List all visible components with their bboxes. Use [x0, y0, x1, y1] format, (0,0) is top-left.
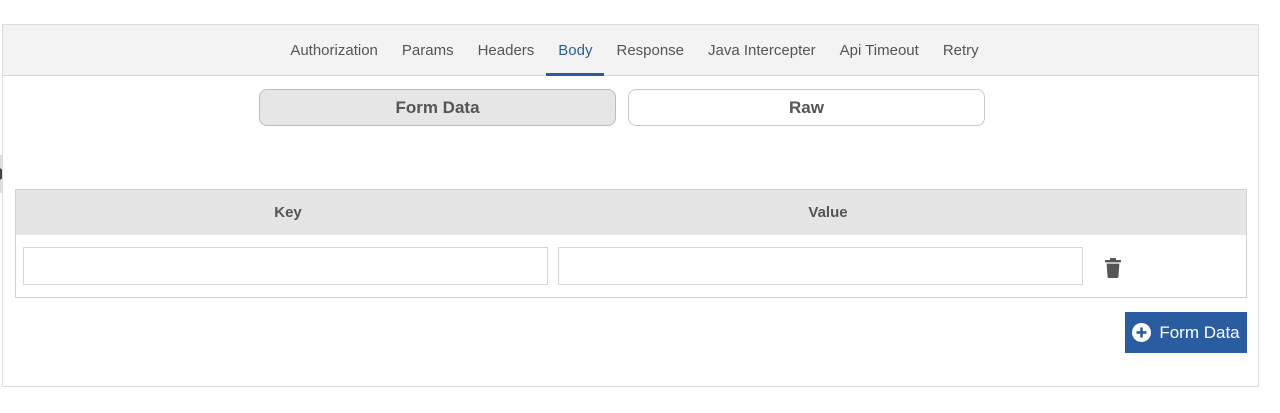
value-input[interactable] — [558, 247, 1083, 285]
tab-body[interactable]: Body — [546, 25, 605, 76]
plus-circle-icon — [1132, 323, 1152, 342]
form-data-table: Key Value — [15, 189, 1247, 298]
tab-java-intercepter[interactable]: Java Intercepter — [696, 25, 828, 75]
tab-retry[interactable]: Retry — [931, 25, 991, 75]
key-column-header: Key — [274, 204, 302, 221]
tab-api-timeout[interactable]: Api Timeout — [828, 25, 931, 75]
add-form-data-button[interactable]: Form Data — [1125, 312, 1247, 353]
trash-icon — [1105, 258, 1121, 278]
table-row — [16, 235, 1246, 297]
tab-bar: Authorization Params Headers Body Respon… — [3, 25, 1258, 76]
tab-response[interactable]: Response — [604, 25, 696, 75]
value-column-header: Value — [808, 204, 848, 221]
add-form-data-label: Form Data — [1159, 322, 1240, 342]
table-header: Key Value — [16, 190, 1246, 235]
raw-toggle-button[interactable]: Raw — [628, 89, 985, 126]
tab-headers[interactable]: Headers — [466, 25, 547, 75]
delete-row-button[interactable] — [1102, 256, 1124, 280]
body-mode-toggle: Form Data Raw — [259, 89, 985, 126]
tab-params[interactable]: Params — [390, 25, 466, 75]
form-data-toggle-button[interactable]: Form Data — [259, 89, 616, 126]
key-input[interactable] — [23, 247, 548, 285]
tab-authorization[interactable]: Authorization — [278, 25, 390, 75]
